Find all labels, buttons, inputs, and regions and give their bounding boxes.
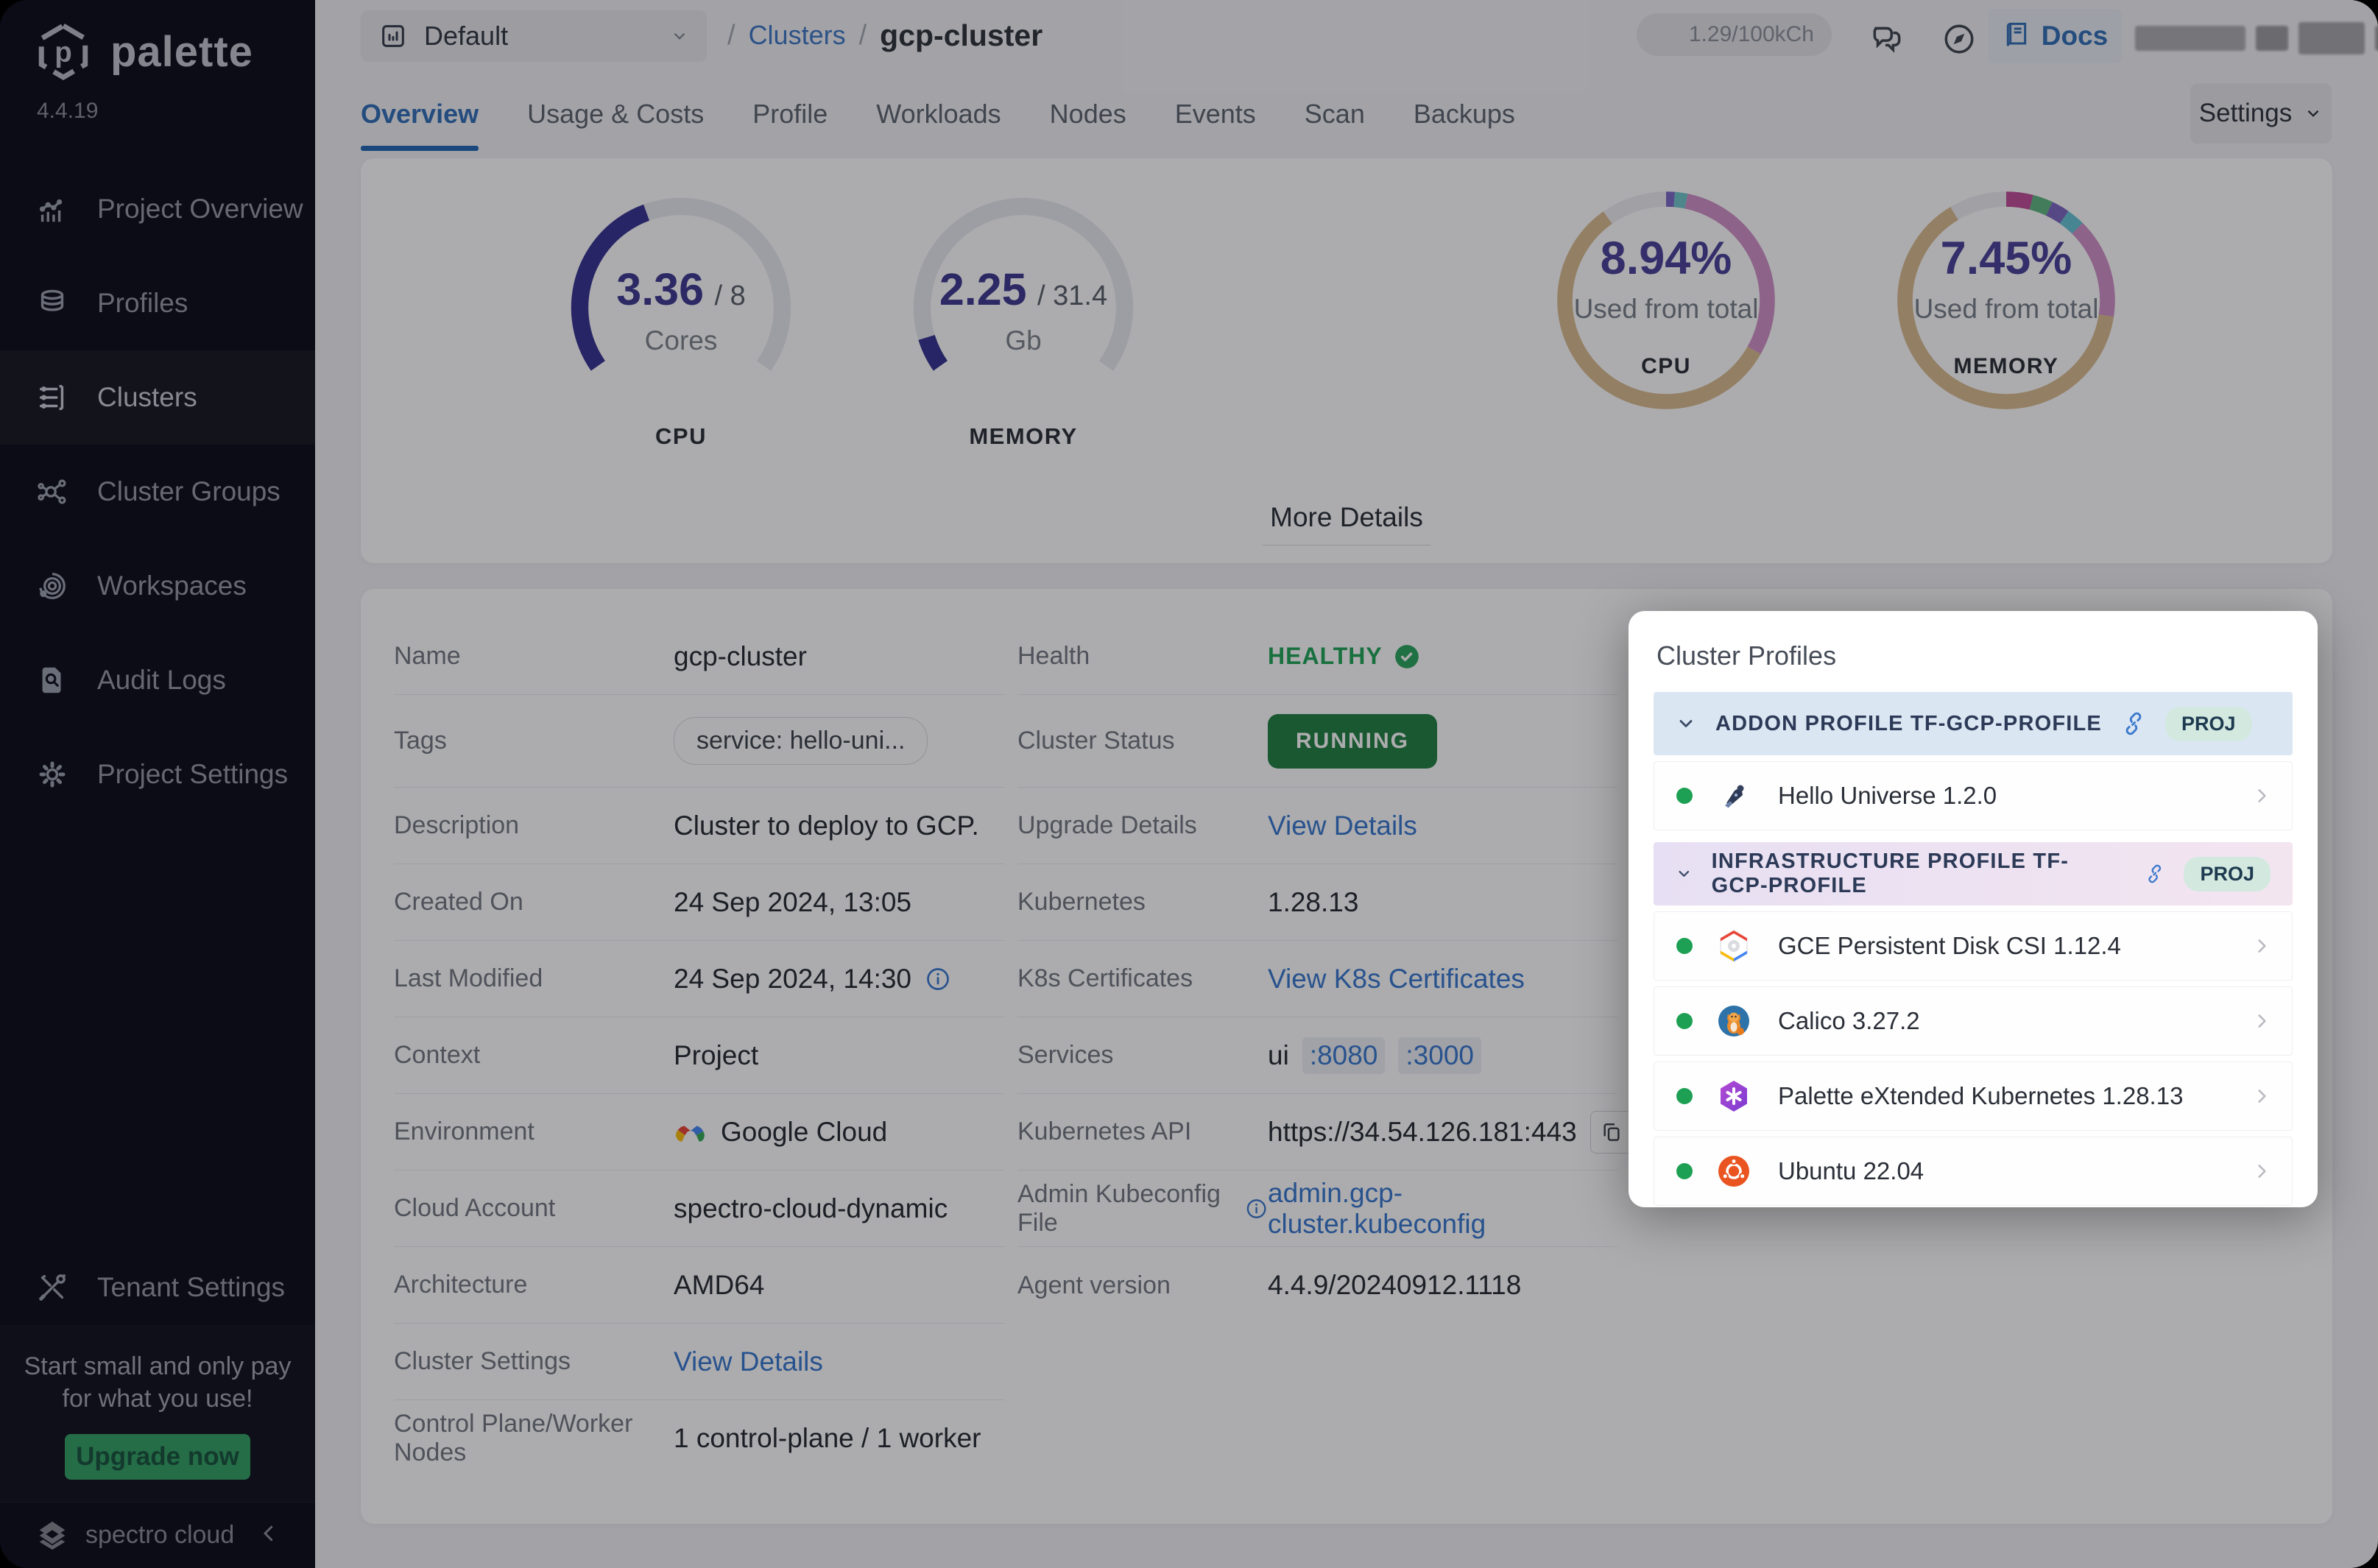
pack-row-hello-universe[interactable]: Hello Universe 1.2.0 — [1654, 761, 2293, 830]
chevron-down-icon — [1676, 864, 1693, 884]
chevron-right-icon — [2252, 786, 2271, 805]
hello-universe-icon — [1716, 778, 1751, 813]
gce-persistent-disk-icon — [1716, 928, 1751, 964]
pack-name: Palette eXtended Kubernetes 1.28.13 — [1778, 1082, 2183, 1110]
addon-profile-name: ADDON PROFILE TF-GCP-PROFILE — [1715, 712, 2102, 736]
chevron-down-icon — [1676, 713, 1696, 734]
chevron-right-icon — [2252, 1162, 2271, 1181]
chevron-right-icon — [2252, 1011, 2271, 1031]
pack-name: Ubuntu 22.04 — [1778, 1157, 1924, 1185]
app-window: p palette 4.4.19 Project Overview Profil… — [0, 0, 2378, 1568]
pack-status-dot — [1676, 788, 1693, 804]
chevron-right-icon — [2252, 1087, 2271, 1106]
link-icon[interactable] — [2145, 861, 2164, 886]
cluster-profiles-panel: Cluster Profiles ADDON PROFILE TF-GCP-PR… — [1629, 611, 2318, 1207]
pack-row-gce-disk[interactable]: GCE Persistent Disk CSI 1.12.4 — [1654, 911, 2293, 981]
infrastructure-profile-name: INFRASTRUCTURE PROFILE TF-GCP-PROFILE — [1712, 850, 2125, 898]
ubuntu-icon — [1716, 1154, 1751, 1189]
pack-status-dot — [1676, 1163, 1693, 1179]
pack-name: GCE Persistent Disk CSI 1.12.4 — [1778, 932, 2121, 960]
pack-name: Calico 3.27.2 — [1778, 1007, 1920, 1035]
addon-profile-header[interactable]: ADDON PROFILE TF-GCP-PROFILE PROJ — [1654, 692, 2293, 755]
chevron-right-icon — [2252, 936, 2271, 956]
pack-row-ubuntu[interactable]: Ubuntu 22.04 — [1654, 1137, 2293, 1206]
link-icon[interactable] — [2121, 711, 2146, 736]
panel-title: Cluster Profiles — [1657, 640, 2293, 671]
pack-row-calico[interactable]: Calico 3.27.2 — [1654, 986, 2293, 1056]
pack-status-dot — [1676, 1088, 1693, 1104]
pack-row-palette-extended-kubernetes[interactable]: Palette eXtended Kubernetes 1.28.13 — [1654, 1062, 2293, 1131]
pack-status-dot — [1676, 1013, 1693, 1029]
pack-name: Hello Universe 1.2.0 — [1778, 782, 1997, 810]
scope-badge: PROJ — [2165, 707, 2252, 741]
calico-icon — [1716, 1003, 1751, 1039]
infrastructure-profile-header[interactable]: INFRASTRUCTURE PROFILE TF-GCP-PROFILE PR… — [1654, 842, 2293, 905]
palette-extended-kubernetes-icon — [1716, 1078, 1751, 1114]
pack-status-dot — [1676, 938, 1693, 954]
scope-badge: PROJ — [2184, 857, 2271, 891]
